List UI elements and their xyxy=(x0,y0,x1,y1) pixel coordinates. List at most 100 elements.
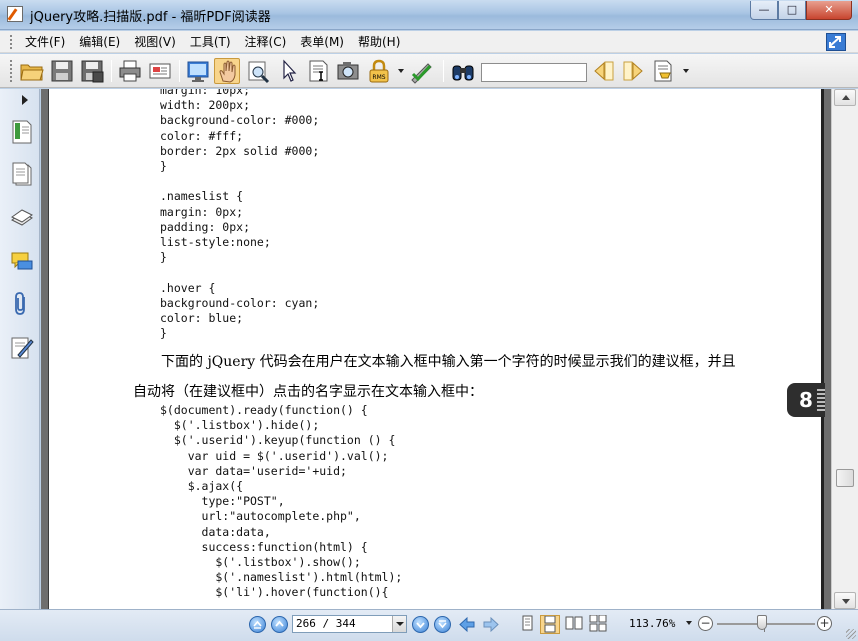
comments-panel-button[interactable] xyxy=(10,249,34,275)
last-page-icon xyxy=(438,620,447,629)
text-select-icon xyxy=(309,60,328,82)
find-next-button[interactable] xyxy=(620,58,646,84)
last-page-button[interactable] xyxy=(434,616,451,633)
rms-lock-icon: RMS xyxy=(369,59,389,83)
email-icon xyxy=(149,63,171,79)
rms-label: RMS xyxy=(372,74,385,81)
find-next-icon xyxy=(623,61,643,81)
expand-panel-arrow-icon[interactable] xyxy=(22,95,28,105)
next-page-button[interactable] xyxy=(412,616,429,633)
title-bar: jQuery攻略.扫描版.pdf - 福昕PDF阅读器 — □ ✕ xyxy=(0,0,858,30)
highlight-dropdown-arrow[interactable] xyxy=(683,69,689,73)
menu-forms[interactable]: 表单(M) xyxy=(293,34,351,50)
save-as-button[interactable] xyxy=(79,58,105,84)
email-button[interactable] xyxy=(147,58,173,84)
vertical-scrollbar[interactable] xyxy=(831,89,858,609)
continuous-view-button[interactable] xyxy=(540,615,560,634)
text-select-button[interactable] xyxy=(305,58,331,84)
zoom-tool-button[interactable] xyxy=(245,58,271,84)
window-title: jQuery攻略.扫描版.pdf - 福昕PDF阅读器 xyxy=(30,10,271,25)
hand-tool-button[interactable] xyxy=(214,58,240,84)
highlight-icon xyxy=(654,60,672,82)
zoom-in-button[interactable]: + xyxy=(817,616,832,631)
zoom-level-text[interactable]: 113.76% xyxy=(629,617,675,630)
app-icon[interactable] xyxy=(7,6,23,22)
maximize-button[interactable]: □ xyxy=(778,1,806,20)
menu-bar: 文件(F) 编辑(E) 视图(V) 工具(T) 注释(C) 表单(M) 帮助(H… xyxy=(0,31,858,53)
code-block-css: margin: 10px; width: 200px; background-c… xyxy=(160,89,320,341)
menu-tools[interactable]: 工具(T) xyxy=(183,34,238,50)
facing-pages-icon xyxy=(565,616,583,630)
float-toolbar-button[interactable] xyxy=(826,33,846,51)
fullscreen-button[interactable] xyxy=(185,58,211,84)
pdf-page: margin: 10px; width: 200px; background-c… xyxy=(48,89,824,609)
menu-help[interactable]: 帮助(H) xyxy=(351,34,407,50)
single-page-icon xyxy=(522,615,533,631)
zoom-out-button[interactable]: − xyxy=(698,616,713,631)
rms-dropdown-arrow[interactable] xyxy=(398,69,404,73)
highlight-button[interactable] xyxy=(651,58,677,84)
close-button[interactable]: ✕ xyxy=(806,1,852,20)
open-button[interactable] xyxy=(19,58,45,84)
fullscreen-icon xyxy=(187,61,209,82)
go-back-button[interactable] xyxy=(458,616,476,633)
menu-comments[interactable]: 注释(C) xyxy=(238,34,294,50)
toolbar-separator xyxy=(443,60,444,82)
comments-icon xyxy=(11,252,33,270)
back-arrow-icon xyxy=(459,616,475,633)
previous-page-button[interactable] xyxy=(271,616,288,633)
scroll-up-button[interactable] xyxy=(834,89,856,106)
navigation-panel xyxy=(0,89,40,609)
attachments-panel-button[interactable] xyxy=(10,291,34,317)
signatures-panel-button[interactable] xyxy=(10,335,34,361)
continuous-page-icon xyxy=(544,616,556,633)
layers-panel-button[interactable] xyxy=(10,205,34,231)
toolbar: RMS xyxy=(0,54,858,88)
save-as-icon xyxy=(81,60,104,83)
pages-panel-button[interactable] xyxy=(10,161,34,187)
select-tool-icon xyxy=(283,59,297,82)
paragraph-line-1: 下面的 jQuery 代码会在用户在文本输入框中输入第一个字符的时候显示我们的建… xyxy=(161,354,736,370)
scroll-down-button[interactable] xyxy=(834,592,856,609)
rms-button[interactable]: RMS xyxy=(366,58,392,84)
sign-button[interactable] xyxy=(408,58,434,84)
first-page-button[interactable] xyxy=(249,616,266,633)
print-icon xyxy=(119,60,141,82)
page-number-field[interactable]: 266 / 344 xyxy=(292,615,407,633)
continuous-facing-icon xyxy=(589,615,607,632)
print-button[interactable] xyxy=(117,58,143,84)
resize-grip[interactable] xyxy=(846,629,856,639)
toolbar-grip[interactable] xyxy=(10,60,13,82)
sign-icon xyxy=(411,63,432,84)
scroll-thumb[interactable] xyxy=(836,469,854,487)
menu-edit[interactable]: 编辑(E) xyxy=(72,34,127,50)
go-forward-button[interactable] xyxy=(482,616,500,633)
document-viewport[interactable]: margin: 10px; width: 200px; background-c… xyxy=(41,89,831,609)
page-dropdown-arrow[interactable] xyxy=(392,616,406,632)
menu-items: 文件(F) 编辑(E) 视图(V) 工具(T) 注释(C) 表单(M) 帮助(H… xyxy=(18,34,407,50)
toolbar-separator xyxy=(179,60,180,82)
find-prev-button[interactable] xyxy=(591,58,617,84)
first-page-icon xyxy=(253,620,262,629)
status-bar: 266 / 344 113.76% − + xyxy=(0,609,858,641)
save-button[interactable] xyxy=(49,58,75,84)
bookmarks-icon xyxy=(12,120,32,144)
menu-view[interactable]: 视图(V) xyxy=(127,34,183,50)
zoom-slider-knob[interactable] xyxy=(757,615,768,630)
menu-grip[interactable] xyxy=(10,35,13,49)
continuous-facing-view-button[interactable] xyxy=(588,615,608,634)
pages-icon xyxy=(12,162,32,186)
menu-file[interactable]: 文件(F) xyxy=(18,34,72,50)
signatures-icon xyxy=(11,337,34,359)
select-tool-button[interactable] xyxy=(276,58,302,84)
bookmarks-panel-button[interactable] xyxy=(10,119,34,145)
snapshot-button[interactable] xyxy=(335,58,361,84)
find-button[interactable] xyxy=(450,58,476,84)
zoom-dropdown-arrow[interactable] xyxy=(686,621,692,625)
search-input[interactable] xyxy=(481,63,587,82)
minimize-button[interactable]: — xyxy=(750,1,778,20)
facing-view-button[interactable] xyxy=(564,615,584,634)
single-page-view-button[interactable] xyxy=(517,615,537,634)
snapshot-icon xyxy=(337,62,359,80)
attachments-icon xyxy=(15,292,25,315)
